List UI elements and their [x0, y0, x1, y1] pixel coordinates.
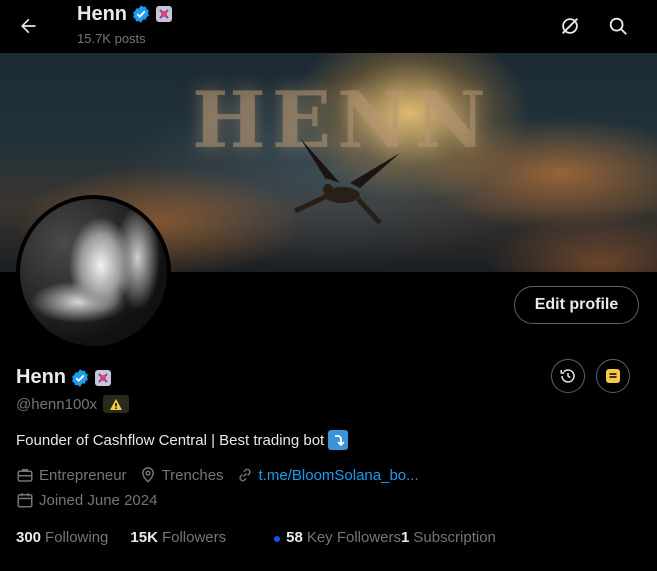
header-name: Henn	[77, 2, 127, 25]
right-arrow-curving-down-icon	[328, 430, 349, 450]
warning-icon	[110, 398, 123, 410]
profile-name-row: Henn	[16, 366, 112, 389]
profile-handle: @henn100x	[16, 395, 98, 413]
profile-name: Henn	[16, 366, 66, 388]
grok-button[interactable]	[550, 6, 590, 46]
joined-date: Joined June 2024	[16, 491, 157, 509]
handle-row: @henn100x	[16, 395, 130, 413]
website: t.me/BloomSolana_bo...	[236, 466, 419, 484]
key-followers-label: Key Followers	[306, 529, 402, 546]
joined-row: Joined June 2024	[16, 491, 169, 509]
location-pin-icon	[141, 467, 154, 483]
search-button[interactable]	[598, 6, 638, 46]
verified-badge-icon[interactable]	[70, 368, 90, 388]
profile-stats: 300 Following 15K Followers 58 Key Follower…	[16, 529, 496, 546]
affiliate-badge-icon	[156, 6, 172, 22]
followers-count: 15K	[130, 529, 158, 546]
calendar-icon	[17, 493, 33, 508]
profile-bio: Founder of Cashflow Central | Best tradi…	[16, 430, 349, 450]
header-title-block: Henn 15.7K posts	[77, 2, 173, 46]
grok-icon	[562, 18, 578, 34]
affiliate-badge-icon[interactable]	[94, 369, 112, 387]
followers-label: Followers	[161, 529, 227, 546]
occupation: Entrepreneur	[16, 466, 127, 484]
following-link[interactable]: 300 Following	[16, 529, 108, 546]
joined-text: Joined June 2024	[39, 491, 158, 509]
location-text: Trenches	[161, 466, 224, 484]
winged-figure-image	[293, 138, 400, 225]
warning-badge[interactable]	[103, 395, 130, 413]
note-button[interactable]	[596, 359, 630, 393]
followers-link[interactable]: 15K Followers	[130, 529, 226, 546]
top-bar: Henn 15.7K posts	[0, 0, 657, 53]
occupation-text: Entrepreneur	[39, 466, 127, 484]
edit-profile-button[interactable]: Edit profile	[514, 286, 639, 324]
profile-meta-row: Entrepreneur Trenches t.me/BloomSolana_b…	[16, 466, 431, 484]
bio-text: Founder of Cashflow Central | Best tradi…	[16, 431, 325, 449]
subscription-count: 1	[401, 529, 410, 546]
link-icon	[238, 468, 251, 482]
subscription-label: Subscription	[413, 529, 496, 546]
posts-count: 15.7K posts	[77, 31, 146, 46]
website-link[interactable]: t.me/BloomSolana_bo...	[259, 467, 419, 484]
verified-badge-icon	[133, 5, 149, 23]
back-button[interactable]	[8, 6, 48, 46]
key-followers-dot	[274, 536, 281, 542]
history-icon	[560, 369, 575, 383]
history-button[interactable]	[551, 359, 585, 393]
avatar[interactable]	[16, 195, 171, 350]
search-icon	[609, 17, 627, 35]
back-arrow-icon	[21, 18, 36, 34]
briefcase-icon	[17, 469, 33, 482]
following-label: Following	[45, 529, 109, 546]
key-followers-count: 58	[286, 529, 303, 546]
following-count: 300	[16, 529, 42, 546]
note-icon	[606, 369, 620, 383]
location: Trenches	[139, 466, 224, 484]
subscription-link[interactable]: 1 Subscription	[401, 529, 496, 546]
key-followers-link[interactable]: 58 Key Followers	[274, 529, 401, 546]
